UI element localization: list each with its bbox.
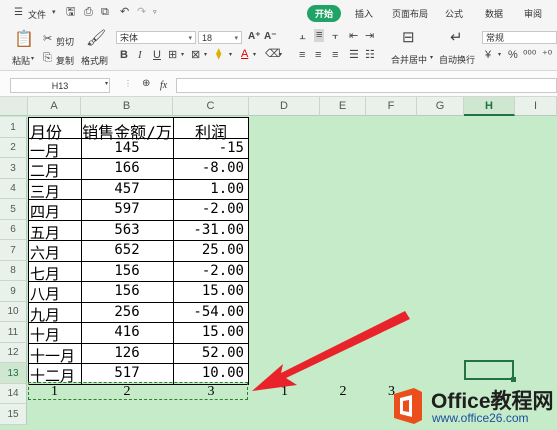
- office-logo-icon: [394, 388, 422, 424]
- watermark-url: www.office26.com: [432, 411, 529, 425]
- red-arrow-icon: [252, 311, 410, 391]
- annotation-arrow: [252, 311, 410, 391]
- watermark: Office教程网 www.office26.com: [388, 383, 557, 430]
